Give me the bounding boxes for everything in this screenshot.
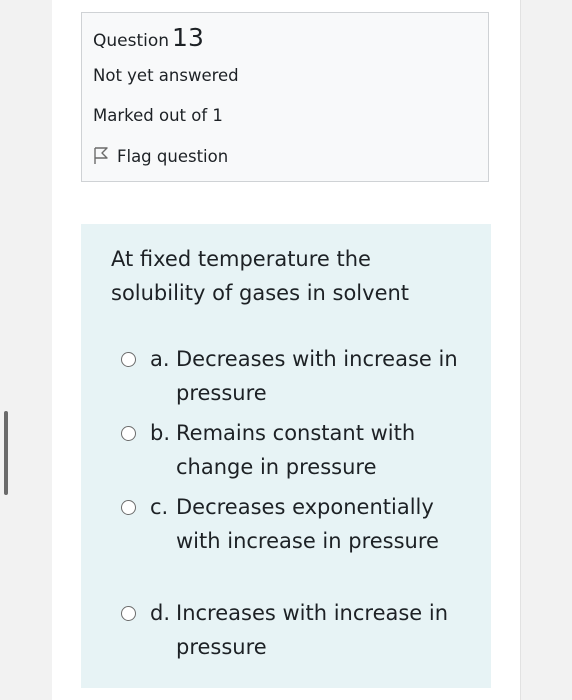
- radio-button[interactable]: [121, 352, 136, 367]
- option-text: Remains constant with change in pressure: [176, 421, 416, 479]
- question-number-heading: Question 13: [93, 23, 204, 52]
- option-letter: d.: [150, 601, 171, 625]
- radio-button[interactable]: [121, 426, 136, 441]
- option-text: Decreases exponentially with increase in…: [176, 495, 439, 553]
- question-state: Not yet answered: [93, 66, 239, 85]
- quiz-page: Question 13 Not yet answered Marked out o…: [0, 0, 572, 700]
- question-number: 13: [172, 23, 204, 52]
- question-text: At fixed temperature the solubility of g…: [111, 247, 410, 305]
- option-text: Decreases with increase in pressure: [176, 347, 458, 405]
- radio-button[interactable]: [121, 606, 136, 621]
- option-letter: b.: [150, 421, 171, 445]
- question-label: Question: [93, 31, 170, 51]
- answer-option-a[interactable]: a. Decreases with increase in pressure: [121, 342, 461, 410]
- question-content: At fixed temperature the solubility of g…: [81, 224, 491, 688]
- answer-option-b[interactable]: b. Remains constant with change in press…: [121, 416, 461, 484]
- option-letter: a.: [150, 347, 170, 371]
- option-letter: c.: [150, 495, 169, 519]
- radio-button[interactable]: [121, 500, 136, 515]
- flag-question-link[interactable]: Flag question: [93, 146, 228, 166]
- question-info-box: Question 13 Not yet answered Marked out o…: [81, 12, 489, 182]
- flag-question-label: Flag question: [117, 146, 229, 166]
- answer-option-d[interactable]: d. Increases with increase in pressure: [121, 596, 461, 664]
- scroll-indicator[interactable]: [4, 411, 8, 495]
- option-text: Increases with increase in pressure: [176, 601, 449, 659]
- question-grade: Marked out of 1: [93, 106, 223, 125]
- answer-option-c[interactable]: c. Decreases exponentially with increase…: [121, 490, 461, 558]
- flag-icon: [93, 146, 109, 166]
